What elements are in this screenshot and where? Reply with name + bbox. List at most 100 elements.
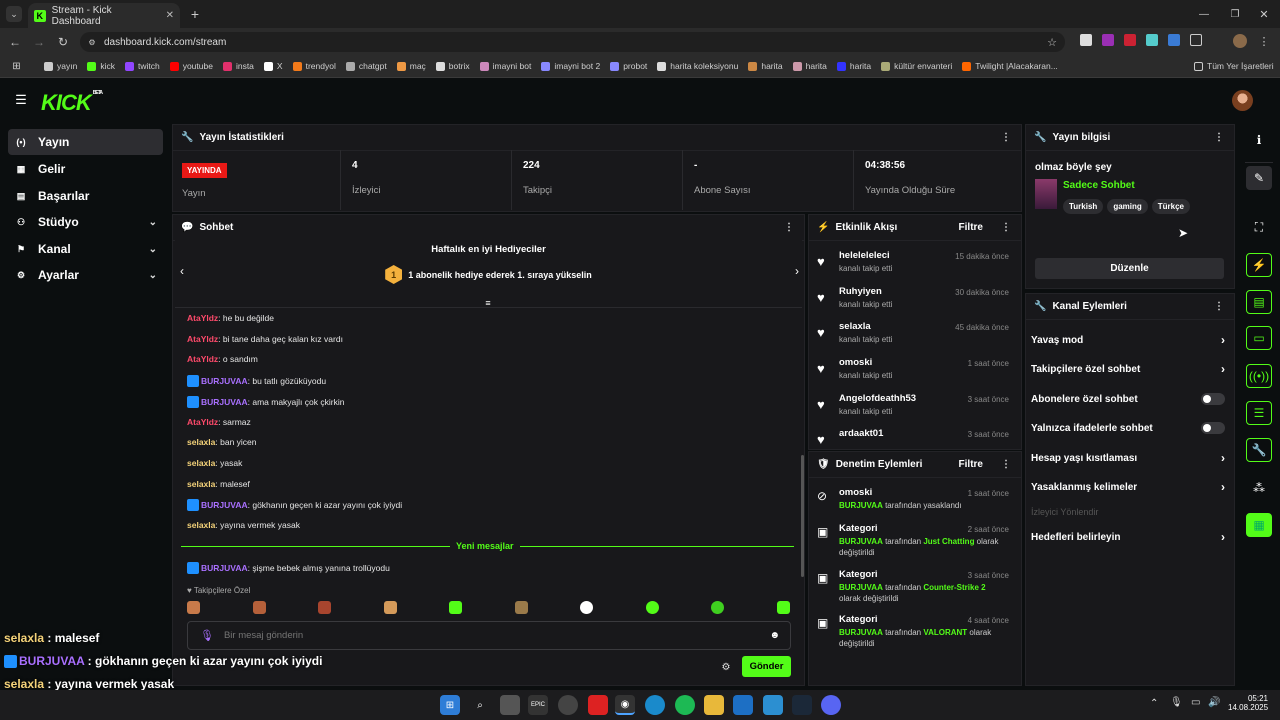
extension-icon[interactable] (1080, 34, 1092, 46)
emote-icon[interactable] (776, 601, 790, 614)
pinned-collapse-icon[interactable]: ≡ (482, 298, 494, 308)
channel-action-item[interactable]: Hedefleri belirleyin › (1031, 525, 1227, 549)
microphone-icon[interactable]: 🎙 (200, 629, 214, 642)
chat-username[interactable]: BURJUVAA (201, 397, 248, 407)
moderation-filter-button[interactable]: Filtre (959, 459, 983, 470)
chat-username[interactable]: AtaYldz (187, 313, 218, 323)
search-icon[interactable]: ⌕ (470, 695, 490, 715)
stats-menu-icon[interactable]: ⋮ (1001, 132, 1011, 143)
emoji-picker-icon[interactable]: ☻ (769, 630, 780, 641)
rail-wrench-icon[interactable]: 🔧 (1246, 438, 1272, 462)
extension-icon[interactable] (1102, 34, 1114, 46)
event-username[interactable]: selaxla (839, 321, 892, 332)
sidebar-item-1[interactable]: (•) Yayın (8, 129, 163, 155)
rail-nodes-icon[interactable]: ⁂ (1246, 476, 1272, 500)
bookmark-item[interactable]: twitch (124, 61, 160, 71)
steam-icon[interactable] (792, 695, 812, 715)
chevron-right-icon[interactable]: › (1221, 530, 1225, 544)
moderation-menu-icon[interactable]: ⋮ (1001, 459, 1011, 470)
emote-icon[interactable] (580, 601, 594, 614)
sidebar-item-3[interactable]: ▤ Başarılar (8, 183, 163, 209)
activity-menu-icon[interactable]: ⋮ (1001, 222, 1011, 233)
maximize-icon[interactable]: ❐ (1228, 7, 1242, 21)
windows-start-icon[interactable]: ⊞ (440, 695, 460, 715)
tray-network-icon[interactable]: ▭ (1191, 697, 1200, 708)
bookmark-item[interactable]: Twilight |Alacakaran... (962, 61, 1058, 71)
reload-icon[interactable]: ↻ (56, 35, 70, 49)
tag[interactable]: Turkish (1063, 199, 1104, 214)
task-view-icon[interactable] (500, 695, 520, 715)
emote-icon[interactable] (252, 601, 266, 614)
file-explorer-icon[interactable] (704, 695, 724, 715)
bookmark-item[interactable]: chatgpt (345, 61, 387, 71)
bookmark-item[interactable]: trendyol (292, 61, 336, 71)
moderator-name[interactable]: BURJUVAA (839, 583, 883, 592)
chevron-down-icon[interactable]: ⌄ (149, 244, 157, 255)
chat-input-field[interactable] (223, 630, 744, 641)
bookmark-item[interactable]: imayni bot 2 (541, 61, 600, 71)
screenshot-icon[interactable]: ⛶ (1246, 215, 1272, 239)
browser-tab[interactable]: K Stream - Kick Dashboard ✕ (28, 3, 180, 28)
channel-action-item[interactable]: Hesap yaşı kısıtlaması › (1031, 446, 1227, 470)
chevron-down-icon[interactable]: ⌄ (149, 270, 157, 281)
bookmark-item[interactable]: botrix (435, 61, 470, 71)
clock[interactable]: 05:21 14.08.2025 (1228, 694, 1268, 712)
rail-chat-icon[interactable]: ▭ (1246, 326, 1272, 350)
site-info-icon[interactable]: ⚙ (87, 37, 97, 47)
moderator-name[interactable]: BURJUVAA (839, 501, 883, 510)
chat-username[interactable]: BURJUVAA (201, 500, 248, 510)
sidebar-item-6[interactable]: ⚙ Ayarlar ⌄ (8, 262, 163, 288)
tag[interactable]: gaming (1107, 199, 1148, 214)
chevron-right-icon[interactable]: › (1221, 333, 1225, 347)
rail-document-icon[interactable]: ▤ (1246, 290, 1272, 314)
chat-username[interactable]: AtaYldz (187, 354, 218, 364)
discord-icon[interactable] (821, 695, 841, 715)
minimize-icon[interactable]: — (1197, 7, 1211, 21)
event-username[interactable]: omoski (839, 357, 892, 368)
epic-games-icon[interactable]: EPIC (528, 695, 548, 715)
sidebar-item-2[interactable]: ▦ Gelir (8, 156, 163, 182)
chat-settings-icon[interactable]: ⚙ (720, 661, 732, 673)
edit-button[interactable]: Düzenle (1035, 258, 1224, 279)
bookmark-item[interactable]: harita (748, 61, 783, 71)
profile-avatar[interactable] (1233, 34, 1247, 48)
toggle-switch[interactable] (1201, 393, 1225, 405)
moderator-name[interactable]: BURJUVAA (839, 628, 883, 637)
category-link[interactable]: Sadece Sohbet (1063, 180, 1135, 191)
channel-action-item[interactable]: Yasaklanmış kelimeler › (1031, 475, 1227, 499)
bookmark-item[interactable]: yayın (44, 61, 77, 71)
gifters-next-icon[interactable]: › (792, 264, 802, 278)
bookmark-item[interactable]: kültür envanteri (881, 61, 952, 71)
emote-icon[interactable] (383, 601, 397, 614)
event-username[interactable]: Angelofdeathh53 (839, 393, 916, 404)
apps-grid-icon[interactable]: ⊞ (11, 61, 22, 72)
app-icon[interactable] (588, 695, 608, 715)
chevron-down-icon[interactable]: ⌄ (149, 217, 157, 228)
tab-search-icon[interactable]: ⌄ (6, 6, 22, 22)
sidebar-item-4[interactable]: ⚇ Stüdyo ⌄ (8, 209, 163, 235)
tray-chevron-icon[interactable]: ⌃ (1150, 698, 1158, 709)
emote-icon[interactable] (449, 601, 463, 614)
emote-icon[interactable] (711, 601, 725, 614)
bookmark-item[interactable]: maç (396, 61, 426, 71)
chevron-right-icon[interactable]: › (1221, 362, 1225, 376)
channel-action-item[interactable]: Takipçilere özel sohbet › (1031, 357, 1227, 381)
channel-action-item[interactable]: Abonelere özel sohbet (1031, 387, 1227, 411)
stream-info-menu-icon[interactable]: ⋮ (1214, 132, 1224, 143)
channel-actions-menu-icon[interactable]: ⋮ (1214, 301, 1224, 312)
window-close-icon[interactable]: ✕ (1257, 7, 1271, 21)
tag[interactable]: Türkçe (1151, 199, 1190, 214)
chrome-icon[interactable]: ◉ (615, 695, 635, 715)
chat-username[interactable]: BURJUVAA (201, 563, 248, 573)
back-icon[interactable]: ← (8, 35, 22, 49)
browser-menu-icon[interactable]: ⋮ (1259, 34, 1270, 48)
tray-mic-icon[interactable]: 🎙 (1170, 697, 1183, 708)
chat-username[interactable]: BURJUVAA (201, 376, 248, 386)
extension-icon[interactable] (1168, 34, 1180, 46)
chat-username[interactable]: selaxla (187, 479, 215, 489)
bookmark-star-icon[interactable]: ☆ (1047, 36, 1057, 49)
category-name[interactable]: Counter-Strike 2 (923, 583, 985, 592)
category-name[interactable]: Just Chatting (923, 537, 974, 546)
channel-action-item[interactable]: Yavaş mod › (1031, 328, 1227, 352)
forward-icon[interactable]: → (32, 35, 46, 49)
